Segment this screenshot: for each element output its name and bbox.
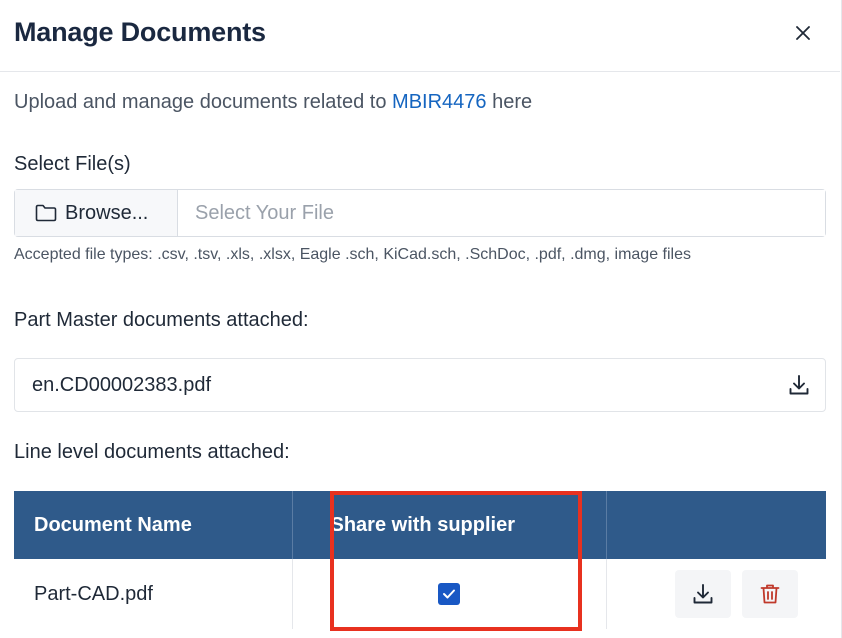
folder-icon <box>35 204 57 222</box>
share-with-supplier-checkbox[interactable] <box>438 583 460 606</box>
line-level-label: Line level documents attached: <box>14 441 290 463</box>
row-actions <box>627 570 827 618</box>
table-header-row: Document Name Share with supplier <box>14 491 826 559</box>
part-master-label: Part Master documents attached: <box>14 309 309 331</box>
line-level-documents-table: Document Name Share with supplier Part-C… <box>14 491 826 629</box>
file-upload-group: Browse... <box>14 189 826 237</box>
intro-text: Upload and manage documents related to M… <box>14 91 532 114</box>
intro-suffix: here <box>486 91 533 113</box>
close-icon <box>796 26 810 40</box>
actions-cell <box>606 559 826 629</box>
row-delete-button[interactable] <box>741 570 798 618</box>
row-download-button[interactable] <box>674 570 731 618</box>
column-header-document-name: Document Name <box>14 491 293 559</box>
document-name-cell[interactable]: Part-CAD.pdf <box>14 559 293 629</box>
column-header-actions <box>606 491 826 559</box>
download-icon <box>789 375 809 395</box>
part-master-download-button[interactable] <box>787 373 811 397</box>
share-with-supplier-cell <box>292 559 607 629</box>
modal-title: Manage Documents <box>14 17 266 47</box>
select-files-label: Select File(s) <box>14 153 131 175</box>
trash-icon <box>760 584 780 604</box>
accepted-file-types: Accepted file types: .csv, .tsv, .xls, .… <box>14 246 691 263</box>
reference-link[interactable]: MBIR4476 <box>392 91 487 113</box>
intro-prefix: Upload and manage documents related to <box>14 91 393 113</box>
checkmark-icon <box>443 589 455 599</box>
file-input[interactable] <box>178 190 825 236</box>
browse-label: Browse... <box>65 201 149 224</box>
column-header-share-with-supplier: Share with supplier <box>292 491 607 559</box>
modal-header: Manage Documents <box>0 0 840 72</box>
manage-documents-modal: Manage Documents Upload and manage docum… <box>0 0 842 638</box>
part-master-document: en.CD00002383.pdf <box>14 358 826 412</box>
table-row: Part-CAD.pdf <box>14 559 826 629</box>
close-button[interactable] <box>790 20 816 46</box>
download-icon <box>693 584 713 604</box>
part-master-document-name[interactable]: en.CD00002383.pdf <box>32 374 211 397</box>
browse-button[interactable]: Browse... <box>15 190 178 236</box>
